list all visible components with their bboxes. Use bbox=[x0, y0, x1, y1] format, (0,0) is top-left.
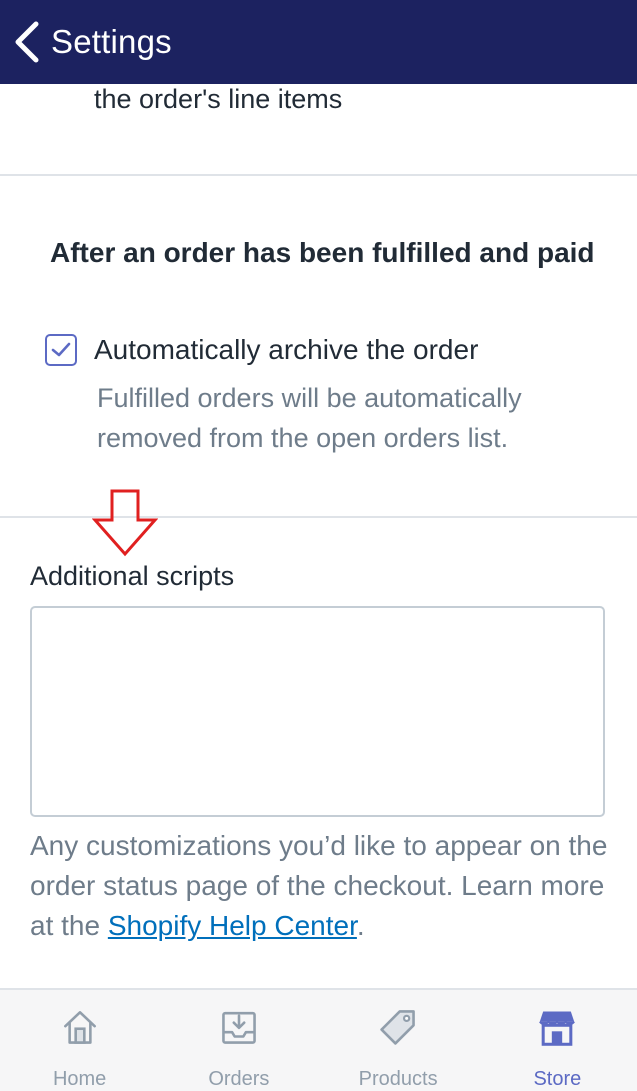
additional-scripts-textarea[interactable] bbox=[30, 606, 605, 817]
tab-products[interactable]: Products bbox=[319, 990, 478, 1091]
section-divider bbox=[0, 174, 637, 176]
archive-section-heading: After an order has been fulfilled and pa… bbox=[50, 237, 595, 268]
checkmark-icon bbox=[51, 342, 71, 357]
shopify-help-center-link[interactable]: Shopify Help Center bbox=[108, 910, 357, 941]
tab-home[interactable]: Home bbox=[0, 990, 159, 1091]
previous-option-text: the order's line items bbox=[94, 84, 343, 114]
bottom-tab-bar: Home Orders Products Store bbox=[0, 988, 637, 1091]
orders-icon bbox=[222, 1011, 256, 1044]
chevron-left-icon bbox=[15, 21, 39, 63]
tab-home-label: Home bbox=[52, 1068, 107, 1090]
products-tag-icon bbox=[380, 1010, 415, 1045]
top-navigation-bar: Settings bbox=[0, 0, 637, 84]
tab-products-label: Products bbox=[358, 1068, 438, 1090]
additional-scripts-help-text: Any customizations you’d like to appear … bbox=[30, 826, 610, 946]
red-down-arrow-annotation bbox=[92, 489, 158, 557]
archive-order-label: Automatically archive the order bbox=[94, 334, 479, 365]
settings-content[interactable]: the order's line items After an order ha… bbox=[0, 84, 637, 988]
home-icon bbox=[63, 1011, 96, 1044]
store-icon bbox=[539, 1011, 576, 1046]
tab-store-label: Store bbox=[533, 1068, 582, 1090]
archive-order-option[interactable]: Automatically archive the order bbox=[45, 334, 478, 366]
back-button[interactable] bbox=[0, 0, 42, 84]
tab-store[interactable]: Store bbox=[478, 990, 637, 1091]
additional-scripts-label: Additional scripts bbox=[30, 561, 235, 591]
archive-order-checkbox[interactable] bbox=[45, 334, 77, 366]
page-title: Settings bbox=[51, 23, 172, 60]
help-text-period: . bbox=[356, 910, 365, 941]
tab-orders[interactable]: Orders bbox=[159, 990, 318, 1091]
tab-orders-label: Orders bbox=[208, 1068, 270, 1090]
archive-order-help-text: Fulfilled orders will be automatically r… bbox=[97, 383, 522, 453]
